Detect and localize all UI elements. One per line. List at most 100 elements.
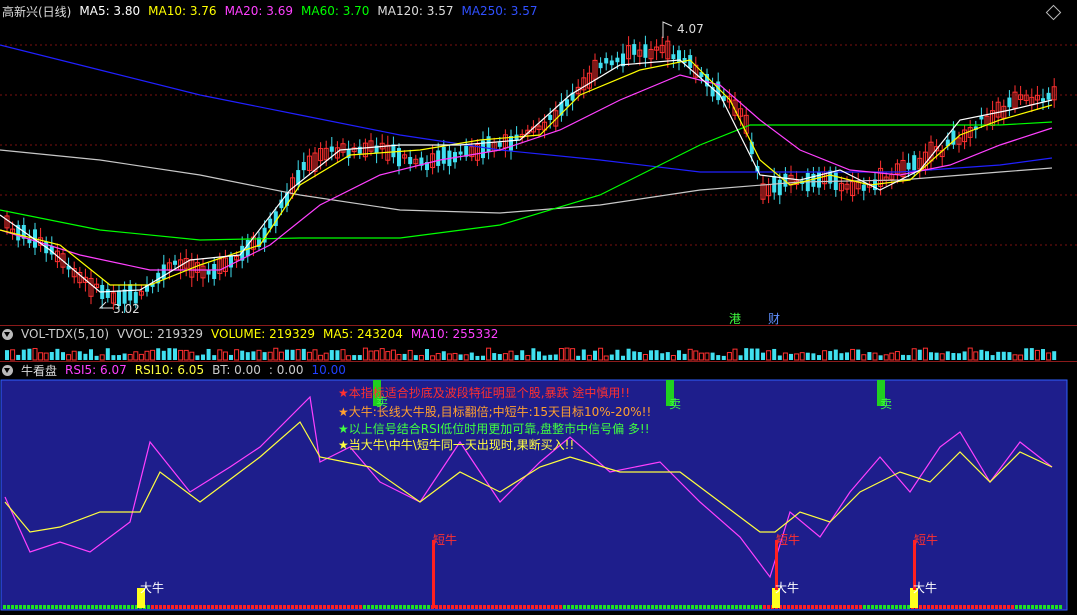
signal-strip-cell bbox=[555, 605, 558, 609]
signal-strip-cell bbox=[399, 605, 402, 609]
volume-bar bbox=[799, 352, 805, 361]
volume-bar bbox=[789, 353, 793, 360]
candle-down bbox=[632, 44, 637, 55]
indicator-pane[interactable]: 大牛 大牛 大牛 短牛 短牛 短牛卖卖卖 牛看盘 RSI5: 6.07 RSI10: 6.… bbox=[0, 362, 1077, 615]
signal-strip-cell bbox=[75, 605, 78, 609]
signal-strip-cell bbox=[407, 605, 410, 609]
signal-strip-cell bbox=[7, 605, 10, 609]
signal-strip-cell bbox=[703, 605, 706, 609]
volume-bar bbox=[458, 354, 463, 360]
signal-strip-cell bbox=[639, 605, 642, 609]
signal-strip-cell bbox=[659, 605, 662, 609]
candle-down bbox=[173, 260, 177, 265]
volume-bar bbox=[687, 348, 693, 361]
volume-bar bbox=[396, 353, 402, 361]
signal-strip-cell bbox=[939, 605, 942, 609]
volume-bar bbox=[117, 355, 121, 360]
volume-bar bbox=[329, 350, 334, 360]
signal-strip-cell bbox=[167, 605, 170, 609]
signal-strip-cell bbox=[979, 605, 982, 609]
volume-bar bbox=[212, 355, 217, 360]
volume-bar bbox=[295, 349, 301, 361]
big-bull-label: 大牛 bbox=[140, 580, 164, 595]
signal-strip-cell bbox=[11, 605, 14, 609]
signal-strip-cell bbox=[235, 605, 238, 609]
signal-strip-cell bbox=[999, 605, 1002, 609]
volume-pane[interactable]: VOL-TDX(5,10) VVOL: 219329 VOLUME: 21932… bbox=[0, 326, 1077, 361]
volume-bar bbox=[537, 351, 541, 360]
volume-bar bbox=[704, 352, 710, 361]
signal-strip-cell bbox=[675, 605, 678, 609]
signal-strip-cell bbox=[611, 605, 614, 609]
candle-down bbox=[128, 284, 133, 301]
signal-strip-cell bbox=[87, 605, 90, 609]
star-icon: ★ bbox=[338, 386, 349, 400]
volume-bar bbox=[446, 353, 452, 361]
volume-bar bbox=[285, 349, 289, 360]
signal-strip-cell bbox=[687, 605, 690, 609]
volume-bar bbox=[306, 351, 312, 361]
volume-menu-icon[interactable] bbox=[2, 328, 13, 340]
signal-strip-cell bbox=[575, 605, 578, 609]
volume-bar bbox=[581, 349, 586, 360]
signal-strip-cell bbox=[963, 605, 966, 609]
note-text: 大牛:长线大牛股,目标翻倍;中短牛:15天目标10%-20%!! bbox=[348, 405, 652, 419]
candle-down bbox=[458, 151, 463, 155]
signal-strip-cell bbox=[607, 605, 610, 609]
price-chart[interactable] bbox=[0, 0, 1077, 325]
candle-down bbox=[329, 146, 334, 152]
price-pane[interactable]: 高新兴(日线) MA5: 3.80 MA10: 3.76 MA20: 3.69 … bbox=[0, 0, 1077, 325]
signal-strip-cell bbox=[191, 605, 194, 609]
big-bull-label: 大牛 bbox=[913, 580, 937, 595]
volume-bar bbox=[481, 355, 485, 360]
volume-bar bbox=[861, 354, 867, 361]
signal-strip-cell bbox=[271, 605, 274, 609]
signal-strip-cell bbox=[983, 605, 986, 609]
signal-strip-cell bbox=[1027, 605, 1030, 609]
volume-bar bbox=[16, 354, 21, 360]
ma60-line bbox=[0, 121, 1053, 241]
signal-strip-cell bbox=[91, 605, 94, 609]
signal-strip-cell bbox=[739, 605, 742, 609]
volume-indicator-name[interactable]: VOL-TDX(5,10) bbox=[21, 327, 109, 341]
candle-down bbox=[777, 179, 782, 196]
signal-strip-cell bbox=[179, 605, 182, 609]
volume-bar bbox=[755, 348, 760, 360]
ma60-readout: MA60: 3.70 bbox=[301, 4, 370, 18]
stock-title[interactable]: 高新兴(日线) bbox=[2, 3, 71, 20]
volume-bar bbox=[441, 351, 446, 360]
volume-bar bbox=[173, 348, 177, 360]
signal-strip-cell bbox=[59, 605, 62, 609]
signal-strip-cell bbox=[247, 605, 250, 609]
signal-strip-cell bbox=[843, 605, 846, 609]
volume-bar bbox=[1041, 349, 1045, 360]
volume-bar bbox=[1046, 352, 1052, 361]
signal-strip-cell bbox=[23, 605, 26, 609]
signal-strip-cell bbox=[699, 605, 702, 609]
signal-strip-cell bbox=[339, 605, 342, 609]
signal-strip-cell bbox=[479, 605, 482, 609]
volume-bar bbox=[385, 351, 391, 361]
signal-strip-cell bbox=[251, 605, 254, 609]
indicator-menu-icon[interactable] bbox=[2, 364, 13, 376]
signal-strip-cell bbox=[755, 605, 758, 609]
signal-strip-cell bbox=[959, 605, 962, 609]
volume-bar bbox=[632, 351, 637, 360]
signal-strip-cell bbox=[859, 605, 862, 609]
signal-strip-cell bbox=[1015, 605, 1018, 609]
high-price-label: 4.07 bbox=[677, 22, 704, 36]
event-tag-finance[interactable]: 财 bbox=[768, 310, 780, 325]
volume-bar bbox=[856, 349, 861, 360]
event-tag-hk[interactable]: 港 bbox=[729, 310, 741, 325]
signal-strip-cell bbox=[787, 605, 790, 609]
signal-strip-cell bbox=[515, 605, 518, 609]
signal-strip-cell bbox=[595, 605, 598, 609]
ma20-readout: MA20: 3.69 bbox=[224, 4, 293, 18]
signal-strip-cell bbox=[815, 605, 818, 609]
indicator-name[interactable]: 牛看盘 bbox=[21, 362, 57, 379]
signal-strip-cell bbox=[127, 605, 130, 609]
signal-strip-cell bbox=[163, 605, 166, 609]
signal-strip-cell bbox=[95, 605, 98, 609]
volume-bar bbox=[55, 348, 60, 360]
signal-strip-cell bbox=[951, 605, 954, 609]
